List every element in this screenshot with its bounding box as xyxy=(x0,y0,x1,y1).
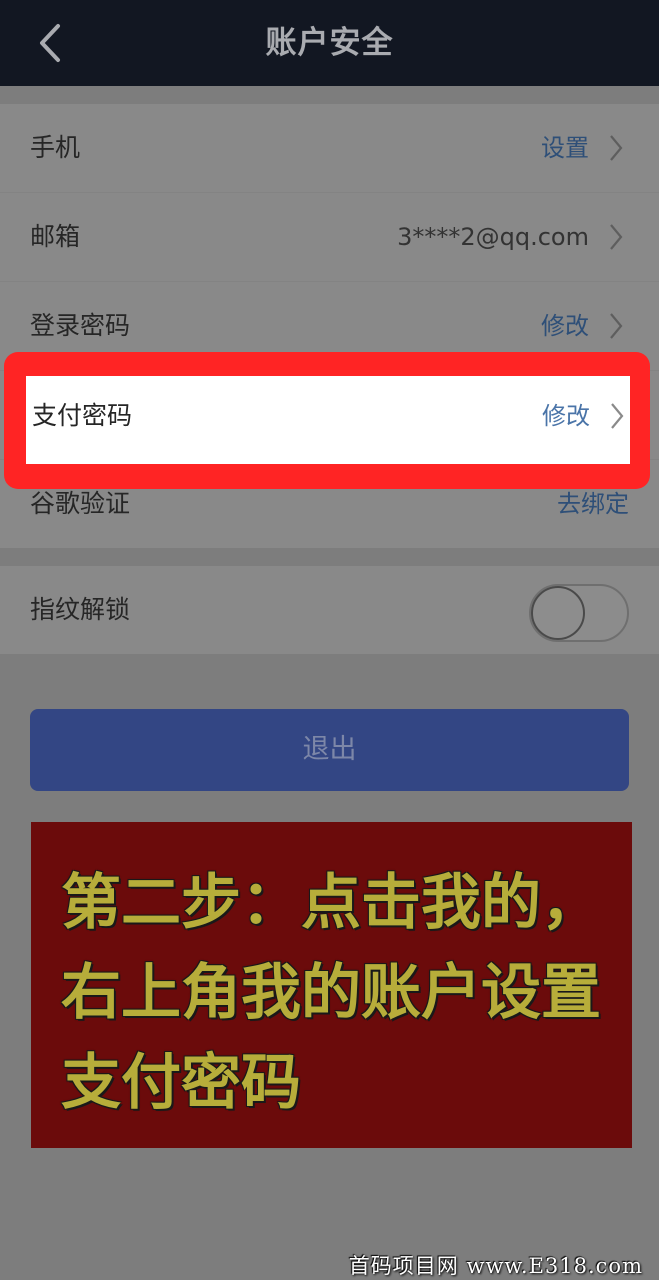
chevron-right-icon xyxy=(610,402,624,430)
row-value: 设置 xyxy=(541,134,589,162)
logout-button[interactable]: 退出 xyxy=(30,709,629,791)
row-label: 手机 xyxy=(30,133,81,162)
row-value: 修改 xyxy=(542,402,590,430)
row-email[interactable]: 邮箱 3****2@qq.com xyxy=(0,193,659,282)
fingerprint-group: 指纹解锁 xyxy=(0,566,659,654)
watermark: 首码项目网 www.E318.com xyxy=(348,1254,643,1278)
row-value: 3****2@qq.com xyxy=(397,223,589,251)
fingerprint-toggle[interactable] xyxy=(529,584,629,642)
chevron-right-icon xyxy=(609,312,623,340)
row-fingerprint: 指纹解锁 xyxy=(0,566,659,654)
page-title: 账户安全 xyxy=(265,25,394,61)
instruction-text: 第二步：点击我的，右上角我的账户设置支付密码 xyxy=(61,868,601,1118)
row-phone[interactable]: 手机 设置 xyxy=(0,104,659,193)
chevron-right-icon xyxy=(609,134,623,162)
row-label: 邮箱 xyxy=(30,222,81,251)
row-label: 指纹解锁 xyxy=(30,595,131,624)
row-label: 支付密码 xyxy=(32,401,133,430)
instruction-banner: 第二步：点击我的，右上角我的账户设置支付密码 xyxy=(31,822,632,1148)
chevron-right-icon xyxy=(609,223,623,251)
toggle-knob xyxy=(531,586,585,640)
row-payment-password[interactable]: 支付密码 修改 xyxy=(26,376,630,464)
annotation-highlight-box: 支付密码 修改 xyxy=(4,352,650,489)
top-bar: 账户安全 xyxy=(0,0,659,86)
